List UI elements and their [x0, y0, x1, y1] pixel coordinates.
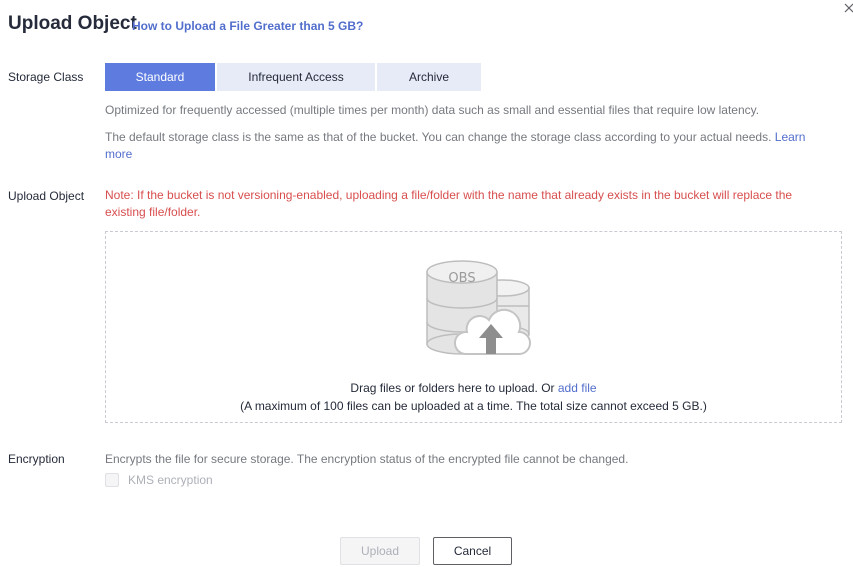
- storage-class-selector: Standard Infrequent Access Archive: [105, 63, 483, 91]
- default-note-text: The default storage class is the same as…: [105, 130, 772, 144]
- dialog-title: Upload Object: [8, 13, 137, 34]
- storage-class-infrequent-access[interactable]: Infrequent Access: [217, 63, 375, 91]
- storage-class-default-note: The default storage class is the same as…: [105, 129, 825, 163]
- encryption-label: Encryption: [8, 452, 65, 466]
- obs-storage-icon: OBS: [426, 260, 531, 355]
- upload-button[interactable]: Upload: [340, 537, 420, 565]
- versioning-warning-line1: Note: If the bucket is not versioning-en…: [105, 188, 793, 202]
- upload-object-label: Upload Object: [8, 189, 85, 203]
- drop-text: Drag files or folders here to upload. Or: [350, 381, 555, 395]
- storage-class-archive[interactable]: Archive: [377, 63, 481, 91]
- storage-class-label: Storage Class: [8, 70, 84, 84]
- upload-limit-text: (A maximum of 100 files can be uploaded …: [240, 399, 707, 413]
- storage-class-standard[interactable]: Standard: [105, 63, 215, 91]
- add-file-link[interactable]: add file: [558, 381, 597, 395]
- help-link[interactable]: How to Upload a File Greater than 5 GB?: [132, 19, 363, 33]
- storage-class-description: Optimized for frequently accessed (multi…: [105, 103, 760, 117]
- kms-encryption-checkbox[interactable]: [105, 473, 119, 487]
- close-icon[interactable]: [843, 2, 853, 14]
- obs-graphic-text: OBS: [448, 271, 475, 286]
- kms-encryption-label: KMS encryption: [128, 473, 213, 487]
- encryption-description: Encrypts the file for secure storage. Th…: [105, 452, 629, 466]
- cancel-button[interactable]: Cancel: [433, 537, 512, 565]
- versioning-warning: Note: If the bucket is not versioning-en…: [105, 187, 825, 221]
- kms-encryption-option[interactable]: KMS encryption: [105, 473, 213, 487]
- drop-instructions: Drag files or folders here to upload. Or…: [105, 381, 842, 395]
- versioning-warning-line2: existing file/folder.: [105, 205, 201, 219]
